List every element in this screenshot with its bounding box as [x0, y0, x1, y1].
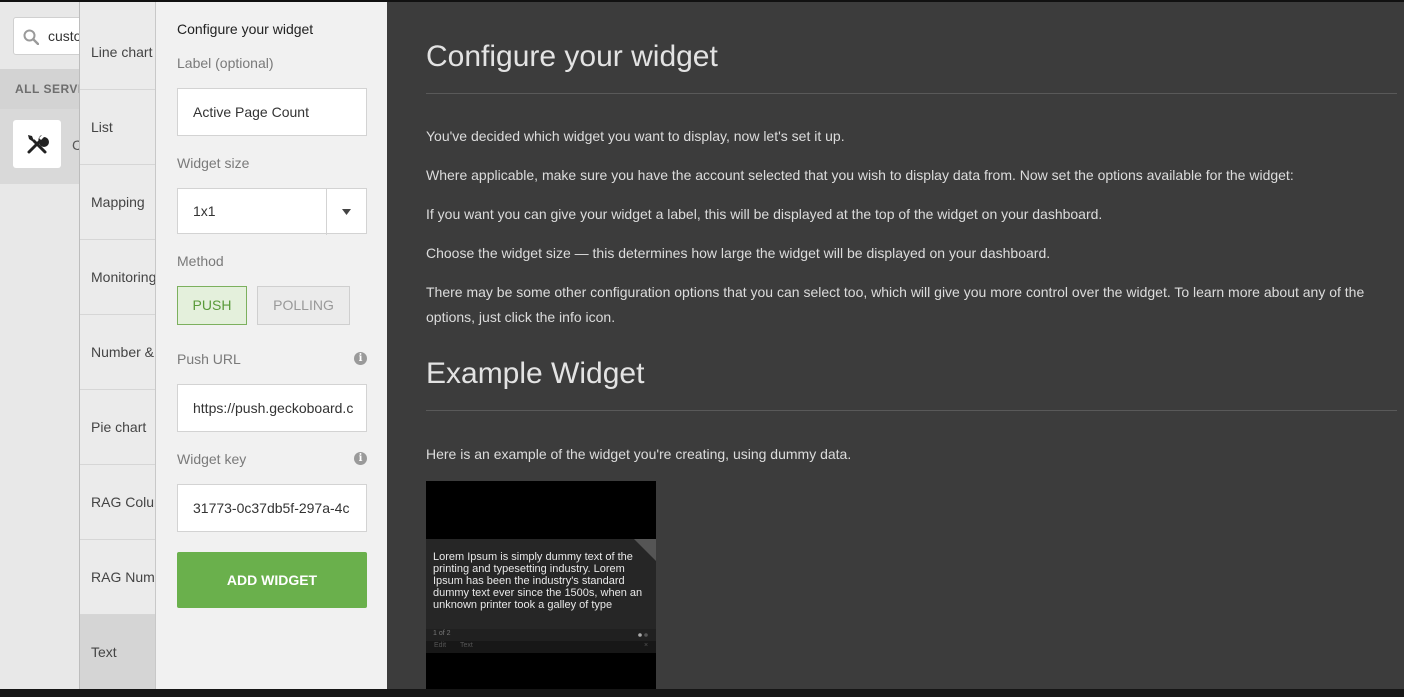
widget-type-label: Number & Secondary Stat — [91, 344, 155, 360]
label-field-label: Label (optional) — [177, 55, 274, 71]
help-paragraph: Choose the widget size — this determines… — [426, 245, 1051, 261]
services-panel: custo ALL SERVICES C — [0, 2, 79, 689]
service-search-input[interactable]: custo — [13, 17, 79, 55]
widget-type-label: List — [91, 119, 113, 135]
service-tile — [13, 120, 61, 168]
widget-type-list-item[interactable]: List — [80, 90, 155, 165]
help-paragraph: You've decided which widget you want to … — [426, 128, 845, 144]
widget-type-line-chart[interactable]: Line chart — [80, 15, 155, 90]
push-url-input[interactable]: https://push.geckoboard.com — [177, 384, 367, 432]
all-services-label: ALL SERVICES — [15, 82, 79, 96]
widget-key-value: 31773-0c37db5f-297a-4c — [193, 500, 350, 516]
widget-type-label: Text — [91, 644, 117, 660]
example-title: Example Widget — [426, 357, 645, 390]
edit-label: Edit — [434, 642, 447, 649]
example-widget-body: Lorem Ipsum is simply dummy text of the … — [426, 539, 656, 629]
bottom-border — [0, 689, 1404, 697]
help-paragraph: Where applicable, make sure you have the… — [426, 167, 1294, 183]
search-value: custo — [48, 28, 79, 44]
all-services-header: ALL SERVICES — [0, 69, 79, 109]
divider — [426, 93, 1397, 94]
widget-type-label: RAG Numbers only — [91, 569, 155, 585]
divider — [426, 410, 1397, 411]
widget-key-label: Widget key — [177, 451, 247, 467]
help-title: Configure your widget — [426, 40, 718, 73]
example-widget-pager: 1 of 2 — [426, 629, 656, 641]
widget-key-input[interactable]: 31773-0c37db5f-297a-4c — [177, 484, 367, 532]
widget-type-monitoring[interactable]: Monitoring — [80, 240, 156, 315]
example-widget: Lorem Ipsum is simply dummy text of the … — [426, 481, 656, 689]
example-widget-text: Lorem Ipsum is simply dummy text of the … — [433, 551, 643, 611]
widget-type-rag-numbers[interactable]: RAG Numbers only — [80, 540, 155, 615]
widget-type-text[interactable]: Text — [80, 615, 155, 689]
widget-type-pie-chart[interactable]: Pie chart — [80, 390, 155, 465]
label-input-value: Active Page Count — [193, 104, 309, 120]
widget-type-label: RAG Column & Numbers — [91, 494, 155, 510]
info-icon[interactable]: i — [354, 352, 367, 365]
pager-dots-icon — [638, 633, 648, 637]
label-input[interactable]: Active Page Count — [177, 88, 367, 136]
dropdown-toggle[interactable] — [326, 189, 366, 235]
push-url-value: https://push.geckoboard.com — [193, 400, 353, 416]
widget-type-rag-column[interactable]: RAG Column & Numbers — [80, 465, 155, 540]
caret-down-icon — [342, 209, 351, 215]
search-icon — [23, 29, 39, 45]
pager-text: 1 of 2 — [433, 630, 451, 637]
info-icon[interactable]: i — [354, 452, 367, 465]
widget-type-label: Pie chart — [91, 419, 147, 435]
config-title: Configure your widget — [177, 21, 314, 37]
method-push-button[interactable]: PUSH — [177, 286, 247, 325]
widget-type-label: Monitoring — [91, 269, 156, 285]
service-item[interactable]: C — [0, 109, 79, 184]
example-intro: Here is an example of the widget you're … — [426, 446, 852, 462]
widget-config-form: Configure your widget Label (optional) A… — [156, 2, 387, 689]
method-polling-button[interactable]: POLLING — [257, 286, 350, 325]
method-label: Method — [177, 253, 224, 269]
widget-size-select[interactable]: 1x1 — [177, 188, 367, 235]
widget-type-label: Line chart — [91, 44, 153, 60]
widget-size-label: Widget size — [177, 155, 250, 171]
example-widget-toolbar: Edit Text × — [426, 641, 656, 653]
service-name: C — [72, 137, 79, 153]
widget-type-label: Mapping — [91, 194, 145, 210]
help-paragraph: There may be some other configuration op… — [426, 284, 1365, 325]
close-icon: × — [644, 642, 649, 649]
type-label: Text — [460, 642, 473, 649]
widget-type-number[interactable]: Number & Secondary Stat — [80, 315, 155, 390]
push-url-label: Push URL — [177, 351, 241, 367]
help-panel: Configure your widget You've decided whi… — [387, 2, 1404, 689]
add-widget-button[interactable]: ADD WIDGET — [177, 552, 367, 608]
tools-icon — [27, 135, 49, 154]
help-paragraph: If you want you can give your widget a l… — [426, 206, 1103, 222]
widget-type-mapping[interactable]: Mapping — [80, 165, 155, 240]
widget-type-list: Line chart List Mapping Monitoring Numbe… — [79, 2, 156, 689]
